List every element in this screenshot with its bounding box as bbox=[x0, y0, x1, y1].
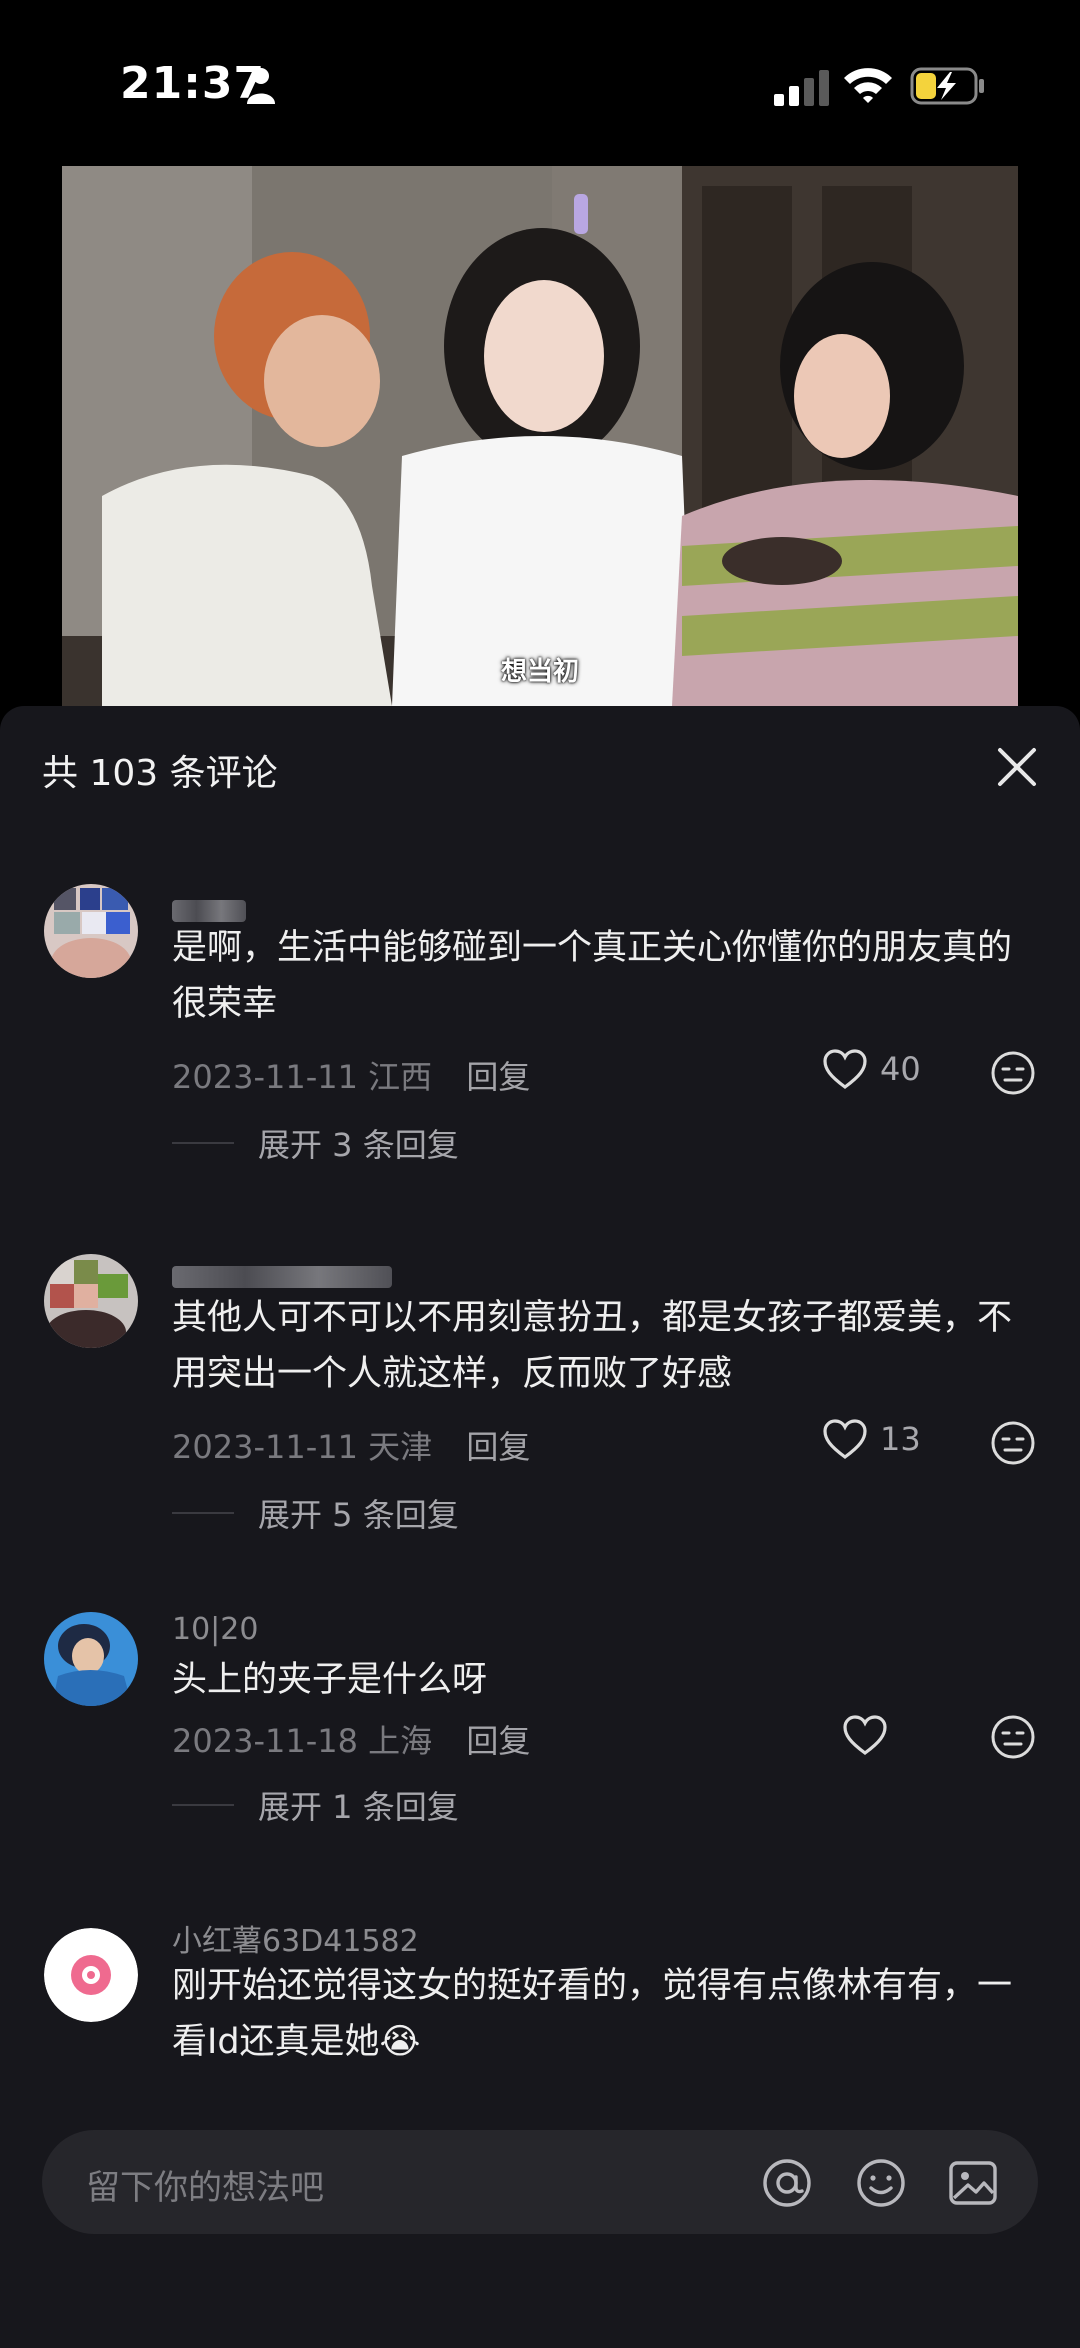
like-button[interactable] bbox=[842, 1714, 900, 1756]
heart-icon bbox=[843, 1715, 887, 1755]
like-button[interactable]: 13 bbox=[822, 1418, 921, 1460]
status-time: 21:37 bbox=[120, 58, 266, 109]
comment-meta: 2023-11-18 上海 回复 bbox=[172, 1716, 530, 1762]
smile-icon[interactable] bbox=[854, 2156, 908, 2210]
comment-input-placeholder[interactable]: 留下你的想法吧 bbox=[86, 2160, 324, 2209]
wifi-icon bbox=[844, 68, 892, 103]
comment-text: 刚开始还觉得这女的挺好看的，觉得有点像林有有，一看Id还真是她😭 bbox=[172, 1966, 1013, 2062]
signal-icon bbox=[774, 70, 829, 106]
meh-face-icon[interactable] bbox=[990, 1050, 1036, 1096]
comment-item: 是啊，生活中能够碰到一个真正关心你懂你的朋友真的很荣幸 2023-11-11 江… bbox=[0, 876, 1080, 1164]
close-icon[interactable] bbox=[994, 744, 1040, 790]
comment-location: 上海 bbox=[368, 1722, 433, 1760]
comment-item: 10|20 头上的夹子是什么呀 2023-11-18 上海 回复 展开 1 条回… bbox=[0, 1612, 1080, 1826]
avatar[interactable] bbox=[44, 1928, 138, 2022]
expand-replies-button[interactable]: 展开 1 条回复 bbox=[172, 1782, 459, 1828]
like-count: 13 bbox=[880, 1420, 921, 1458]
meh-face-icon[interactable] bbox=[990, 1714, 1036, 1760]
video-player[interactable]: 想当初 bbox=[62, 166, 1018, 706]
heart-icon bbox=[823, 1419, 867, 1459]
avatar[interactable] bbox=[44, 884, 138, 978]
status-bar: 21:37 bbox=[0, 0, 1080, 160]
image-icon[interactable] bbox=[946, 2156, 1000, 2210]
comment-text: 是啊，生活中能够碰到一个真正关心你懂你的朋友真的很荣幸 bbox=[172, 928, 1013, 1024]
avatar[interactable] bbox=[44, 1254, 138, 1348]
reply-button[interactable]: 回复 bbox=[466, 1722, 530, 1760]
comment-username[interactable]: 小红薯63D41582 bbox=[172, 1916, 419, 1960]
comment-date: 2023-11-11 bbox=[172, 1058, 358, 1096]
expand-replies-label: 展开 1 条回复 bbox=[258, 1788, 459, 1826]
reply-button[interactable]: 回复 bbox=[466, 1058, 530, 1096]
username-redacted bbox=[172, 1266, 392, 1288]
comment-username[interactable]: 10|20 bbox=[172, 1612, 258, 1647]
comment-count-title: 共 103 条评论 bbox=[42, 753, 278, 794]
comment-meta: 2023-11-11 天津 回复 bbox=[172, 1422, 530, 1468]
battery-charging-icon bbox=[910, 67, 984, 105]
like-button[interactable]: 40 bbox=[822, 1048, 921, 1090]
comment-meta: 2023-11-11 江西 回复 bbox=[172, 1052, 530, 1098]
comment-input-bar[interactable]: 留下你的想法吧 bbox=[42, 2130, 1038, 2234]
comment-sheet: 共 103 条评论 是啊，生活中能够碰到一个真正关心你懂你的朋友真的很荣幸 20… bbox=[0, 706, 1080, 2348]
video-subtitle: 想当初 bbox=[500, 657, 579, 687]
expand-replies-label: 展开 5 条回复 bbox=[258, 1496, 459, 1534]
expand-replies-label: 展开 3 条回复 bbox=[258, 1126, 459, 1164]
comment-date: 2023-11-18 bbox=[172, 1722, 358, 1760]
person-icon bbox=[247, 68, 275, 104]
video-frame-image bbox=[62, 166, 1018, 706]
at-icon[interactable] bbox=[760, 2156, 814, 2210]
username-redacted bbox=[172, 900, 246, 922]
comment-text: 其他人可不可以不用刻意扮丑，都是女孩子都爱美，不用突出一个人就这样，反而败了好感 bbox=[172, 1298, 1013, 1394]
reply-button[interactable]: 回复 bbox=[466, 1428, 530, 1466]
comment-item: 小红薯63D41582 刚开始还觉得这女的挺好看的，觉得有点像林有有，一看Id还… bbox=[0, 1924, 1080, 2128]
meh-face-icon[interactable] bbox=[990, 1420, 1036, 1466]
comment-date: 2023-11-11 bbox=[172, 1428, 358, 1466]
comment-location: 江西 bbox=[368, 1058, 433, 1096]
comment-text: 头上的夹子是什么呀 bbox=[172, 1660, 488, 1700]
expand-replies-button[interactable]: 展开 3 条回复 bbox=[172, 1120, 459, 1166]
heart-icon bbox=[823, 1049, 867, 1089]
comment-location: 天津 bbox=[368, 1428, 433, 1466]
avatar[interactable] bbox=[44, 1612, 138, 1706]
like-count: 40 bbox=[880, 1050, 921, 1088]
expand-replies-button[interactable]: 展开 5 条回复 bbox=[172, 1490, 459, 1536]
comment-item: 其他人可不可以不用刻意扮丑，都是女孩子都爱美，不用突出一个人就这样，反而败了好感… bbox=[0, 1246, 1080, 1534]
comment-sheet-header: 共 103 条评论 bbox=[0, 706, 1080, 826]
